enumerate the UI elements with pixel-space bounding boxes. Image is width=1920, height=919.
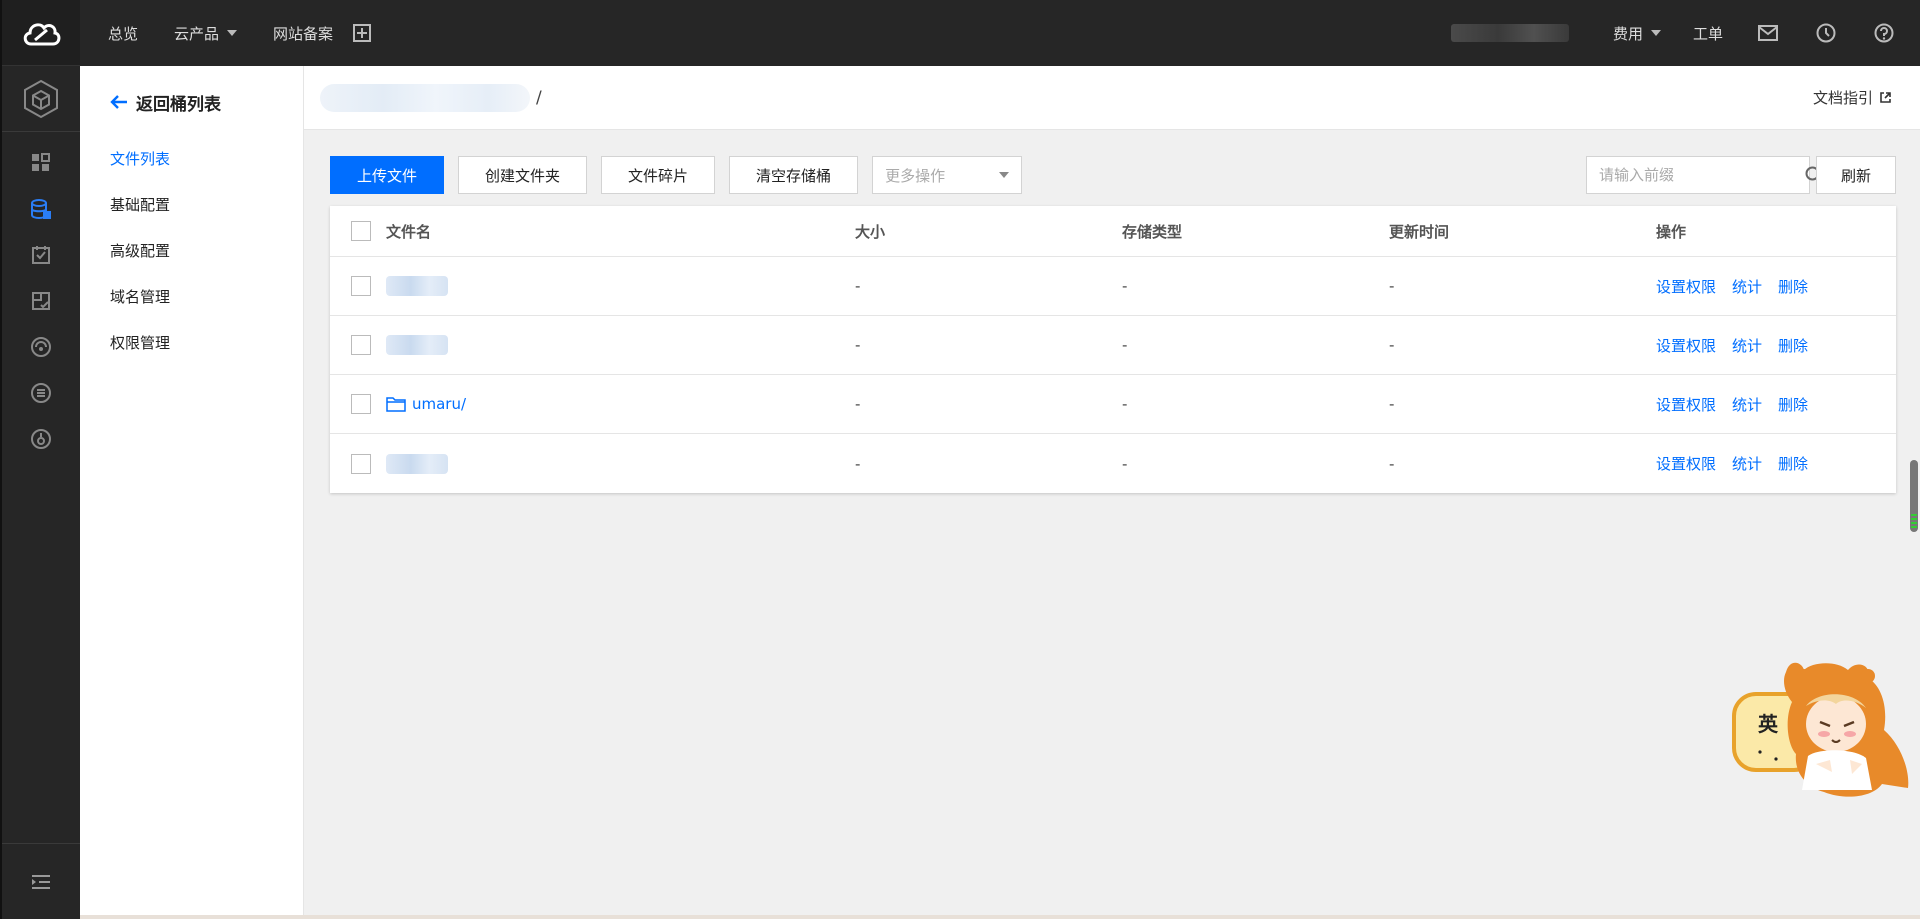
clock-icon[interactable] [1816,23,1836,43]
file-table: 文件名 大小 存储类型 更新时间 操作 - - - 设置权限 统计 删除 - -… [330,206,1896,493]
folder-link[interactable]: umaru/ [386,395,466,413]
refresh-button[interactable]: 刷新 [1815,156,1896,194]
row-checkbox[interactable] [351,394,371,414]
prefix-search-input[interactable] [1586,157,1805,193]
product-cube-icon[interactable] [2,66,80,132]
set-permission-link[interactable]: 设置权限 [1656,453,1716,474]
updated-time: - [1389,336,1395,354]
sidebar-item-basic-config[interactable]: 基础配置 [80,195,303,241]
billing-coin-icon[interactable] [2,416,80,462]
updated-time: - [1389,395,1395,413]
bucket-sidebar: 返回桶列表 文件列表 基础配置 高级配置 域名管理 权限管理 [80,66,304,919]
mascot-widget[interactable]: 英 [1732,660,1918,802]
updated-time: - [1389,454,1395,473]
create-folder-button[interactable]: 创建文件夹 [458,156,588,194]
bottom-strip [80,915,1920,919]
delete-link[interactable]: 删除 [1778,394,1808,415]
icon-rail [0,0,80,919]
statistics-link[interactable]: 统计 [1732,276,1762,297]
table-row: - - - 设置权限 统计 删除 [330,434,1896,493]
storage-type: - [1122,277,1128,295]
table-row: umaru/ - - - 设置权限 统计 删除 [330,375,1896,434]
nav-website-filing[interactable]: 网站备案 [273,23,333,44]
more-actions-select[interactable]: 更多操作 [872,156,1023,194]
column-header-actions: 操作 [1656,222,1687,241]
add-shortcut-icon[interactable] [353,24,372,42]
breadcrumb: / 文档指引 [304,66,1920,130]
help-icon[interactable] [1874,23,1894,43]
mail-icon[interactable] [1758,25,1778,41]
file-name-blurred[interactable] [386,335,448,355]
sidebar-item-file-list[interactable]: 文件列表 [80,149,303,195]
statistics-link[interactable]: 统计 [1732,394,1762,415]
storage-type: - [1122,454,1128,473]
set-permission-link[interactable]: 设置权限 [1656,394,1716,415]
collapse-menu-icon[interactable] [2,843,80,919]
nav-overview[interactable]: 总览 [108,23,138,44]
statistics-link[interactable]: 统计 [1732,453,1762,474]
user-account-blurred[interactable] [1450,24,1569,42]
storage-database-icon[interactable] [2,186,80,232]
arrow-left-icon [110,91,128,115]
file-size: - [855,454,861,473]
list-circle-icon[interactable] [2,370,80,416]
select-all-checkbox[interactable] [351,221,371,241]
set-permission-link[interactable]: 设置权限 [1656,335,1716,356]
fees-menu[interactable]: 费用 [1613,23,1661,44]
ticket-link[interactable]: 工单 [1693,23,1723,44]
table-row: - - - 设置权限 统计 删除 [330,257,1896,316]
file-toolbar: 上传文件 创建文件夹 文件碎片 清空存储桶 更多操作 刷新 [330,156,1896,194]
file-size: - [855,336,861,354]
row-checkbox[interactable] [351,335,371,355]
file-fragments-button[interactable]: 文件碎片 [601,156,716,194]
caret-down-icon [227,30,238,36]
monitor-check-icon[interactable] [2,278,80,324]
delete-link[interactable]: 删除 [1778,453,1808,474]
top-navbar: 总览 云产品 网站备案 费用 工单 [80,0,1920,66]
file-size: - [855,395,861,413]
column-header-updated: 更新时间 [1389,222,1450,241]
column-header-name[interactable]: 文件名 [386,221,855,242]
path-separator: / [536,87,542,108]
column-header-size: 大小 [855,222,886,241]
caret-down-icon [1650,30,1661,36]
external-link-icon [1880,92,1891,103]
checklist-icon[interactable] [2,232,80,278]
empty-bucket-button[interactable]: 清空存储桶 [729,156,859,194]
storage-type: - [1122,336,1128,354]
row-checkbox[interactable] [351,276,371,296]
prefix-search [1585,156,1823,194]
page-scrollbar[interactable] [1910,460,1918,532]
table-row: - - - 设置权限 统计 删除 [330,316,1896,375]
storage-type: - [1122,395,1128,413]
sidebar-item-permission-management[interactable]: 权限管理 [80,333,303,379]
folder-icon [386,397,406,412]
file-size: - [855,277,861,295]
back-to-bucket-list[interactable]: 返回桶列表 [80,66,303,115]
network-globe-icon[interactable] [2,324,80,370]
table-header: 文件名 大小 存储类型 更新时间 操作 [330,206,1896,257]
sidebar-item-advanced-config[interactable]: 高级配置 [80,241,303,287]
delete-link[interactable]: 删除 [1778,335,1808,356]
row-checkbox[interactable] [351,453,371,474]
nav-cloud-products[interactable]: 云产品 [174,23,238,44]
doc-guide-link[interactable]: 文档指引 [1813,87,1892,108]
mascot-bubble-text: 英 [1758,712,1779,736]
file-name-blurred[interactable] [386,276,448,296]
delete-link[interactable]: 删除 [1778,276,1808,297]
caret-down-icon [999,172,1010,178]
statistics-link[interactable]: 统计 [1732,335,1762,356]
bucket-name-blurred[interactable] [320,83,530,112]
updated-time: - [1389,277,1395,295]
upload-file-button[interactable]: 上传文件 [330,156,445,194]
file-name-blurred[interactable] [386,453,448,474]
column-header-storage-type: 存储类型 [1122,222,1183,241]
sidebar-item-domain-management[interactable]: 域名管理 [80,287,303,333]
dashboard-grid-icon[interactable] [2,140,80,186]
set-permission-link[interactable]: 设置权限 [1656,276,1716,297]
main-content: / 文档指引 上传文件 创建文件夹 文件碎片 清空存储桶 更多操作 刷新 文件名… [304,66,1920,919]
cloud-logo-icon[interactable] [2,0,80,66]
